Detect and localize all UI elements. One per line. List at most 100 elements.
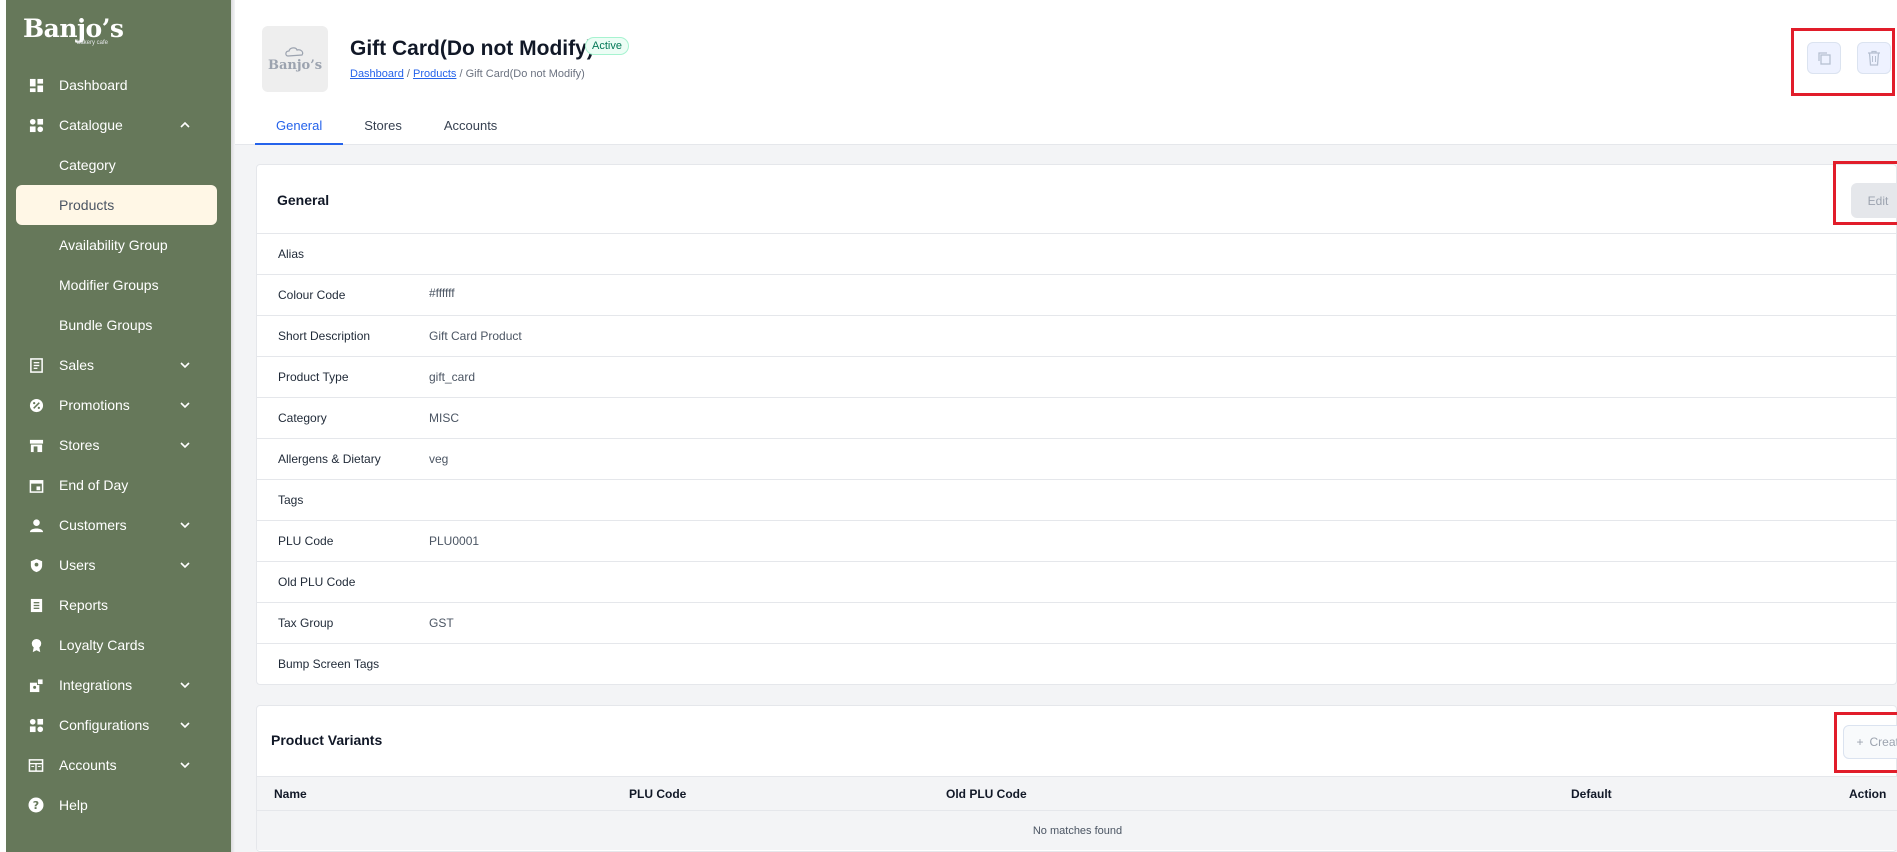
sidebar-item-label: Integrations	[59, 677, 133, 693]
sidebar-item-integrations[interactable]: Integrations	[6, 665, 231, 705]
accounts-icon	[28, 757, 44, 773]
field-value: #ffffff	[429, 286, 455, 300]
tab-general[interactable]: General	[255, 108, 344, 145]
highlight-box	[1834, 712, 1897, 773]
field-label: Short Description	[278, 329, 371, 343]
sidebar-item-end-of-day[interactable]: End of Day	[6, 465, 231, 505]
brand-logo-subtitle: bakery cafe	[77, 40, 109, 46]
sidebar-item-label: Promotions	[59, 397, 130, 413]
field-value: PLU0001	[429, 534, 480, 548]
breadcrumb: Dashboard / Products / Gift Card(Do not …	[350, 68, 585, 80]
column-header-default[interactable]: Default	[1571, 787, 1612, 801]
field-row-alias: Alias	[257, 233, 1897, 274]
column-header-name[interactable]: Name	[274, 787, 307, 801]
dashboard-icon	[28, 77, 44, 93]
field-label: Allergens & Dietary	[278, 452, 381, 466]
help-icon: ?	[28, 797, 44, 813]
chevron-up-icon	[180, 121, 190, 128]
sidebar-item-label: Sales	[59, 357, 95, 373]
product-image: Banjo’s	[262, 26, 328, 92]
sidebar-item-sales[interactable]: Sales	[6, 345, 231, 385]
chevron-down-icon	[180, 762, 190, 769]
chevron-down-icon	[180, 362, 190, 369]
brand-logo: Banjo’s	[23, 14, 124, 43]
configurations-icon	[28, 717, 44, 733]
empty-state: No matches found	[257, 810, 1897, 850]
sidebar-item-label: Configurations	[59, 717, 150, 733]
sidebar-item-label: Stores	[59, 437, 100, 453]
field-label: Bump Screen Tags	[278, 657, 380, 671]
shield-user-icon	[28, 557, 44, 573]
sidebar-item-category[interactable]: Category	[6, 145, 231, 185]
main-content: Banjo’s Gift Card(Do not Modify) Active …	[235, 0, 1897, 852]
chevron-down-icon	[180, 442, 190, 449]
award-icon	[28, 637, 44, 653]
sidebar-item-availability-group[interactable]: Availability Group	[6, 225, 231, 265]
chevron-down-icon	[180, 562, 190, 569]
product-variants-card: Product Variants + Create Name PLU Code …	[256, 705, 1897, 852]
breadcrumb-separator: /	[459, 68, 463, 80]
sidebar-item-help[interactable]: ? Help	[6, 785, 231, 825]
field-label: Old PLU Code	[278, 575, 356, 589]
percent-badge-icon	[28, 397, 44, 413]
integrations-icon	[28, 677, 44, 693]
field-row-tags: Tags	[257, 479, 1897, 520]
sidebar-item-customers[interactable]: Customers	[6, 505, 231, 545]
product-variants-title: Product Variants	[271, 732, 383, 748]
sidebar-nav: Dashboard Catalogue Category Products Av…	[6, 65, 231, 825]
field-row-colour-code: Colour Code #ffffff	[257, 274, 1897, 315]
field-label: Tax Group	[278, 616, 334, 630]
field-value: MISC	[429, 411, 459, 425]
cloud-icon	[285, 46, 304, 57]
calendar-icon	[28, 477, 44, 493]
sidebar-item-reports[interactable]: Reports	[6, 585, 231, 625]
breadcrumb-products[interactable]: Products	[413, 68, 456, 80]
field-row-short-description: Short Description Gift Card Product	[257, 315, 1897, 356]
field-row-bump-screen-tags: Bump Screen Tags	[257, 643, 1897, 684]
sidebar-item-accounts[interactable]: Accounts	[6, 745, 231, 785]
sidebar-item-label: Users	[59, 557, 96, 573]
tab-accounts[interactable]: Accounts	[423, 108, 518, 145]
sidebar-item-loyalty-cards[interactable]: Loyalty Cards	[6, 625, 231, 665]
svg-text:?: ?	[33, 799, 39, 812]
column-header-action: Action	[1849, 787, 1887, 801]
sidebar-item-label: Accounts	[59, 757, 117, 773]
sidebar-item-label: Catalogue	[59, 117, 123, 133]
field-label: Colour Code	[278, 288, 346, 302]
sidebar-item-bundle-groups[interactable]: Bundle Groups	[6, 305, 231, 345]
tab-stores[interactable]: Stores	[343, 108, 423, 145]
field-value: GST	[429, 616, 454, 630]
sidebar-item-label: Customers	[59, 517, 127, 533]
field-label: Alias	[278, 247, 305, 261]
sidebar-item-products[interactable]: Products	[16, 185, 217, 225]
field-row-category: Category MISC	[257, 397, 1897, 438]
page-header: Banjo’s Gift Card(Do not Modify) Active …	[235, 0, 1897, 145]
breadcrumb-dashboard[interactable]: Dashboard	[350, 68, 404, 80]
field-label: Tags	[278, 493, 304, 507]
column-header-old-plu-code[interactable]: Old PLU Code	[946, 787, 1027, 801]
store-icon	[28, 437, 44, 453]
sidebar-item-label: Help	[59, 797, 88, 813]
field-row-plu-code: PLU Code PLU0001	[257, 520, 1897, 561]
sidebar-item-promotions[interactable]: Promotions	[6, 385, 231, 425]
field-row-tax-group: Tax Group GST	[257, 602, 1897, 643]
highlight-box	[1791, 28, 1895, 96]
chevron-down-icon	[180, 682, 190, 689]
sidebar-item-users[interactable]: Users	[6, 545, 231, 585]
field-value: Gift Card Product	[429, 329, 522, 343]
sidebar-item-label: Loyalty Cards	[59, 637, 145, 653]
sidebar-item-label: Dashboard	[59, 77, 128, 93]
column-header-plu-code[interactable]: PLU Code	[629, 787, 686, 801]
variants-table-header: Name PLU Code Old PLU Code Default Actio…	[257, 776, 1897, 810]
sidebar-item-dashboard[interactable]: Dashboard	[6, 65, 231, 105]
chevron-down-icon	[180, 522, 190, 529]
highlight-box	[1833, 161, 1897, 225]
sidebar-item-label: End of Day	[59, 477, 129, 493]
sidebar-item-modifier-groups[interactable]: Modifier Groups	[6, 265, 231, 305]
sidebar-item-configurations[interactable]: Configurations	[6, 705, 231, 745]
sidebar-item-stores[interactable]: Stores	[6, 425, 231, 465]
product-image-text: Banjo’s	[267, 57, 323, 73]
sidebar-item-catalogue[interactable]: Catalogue	[6, 105, 231, 145]
field-row-product-type: Product Type gift_card	[257, 356, 1897, 397]
catalogue-icon	[28, 117, 44, 133]
